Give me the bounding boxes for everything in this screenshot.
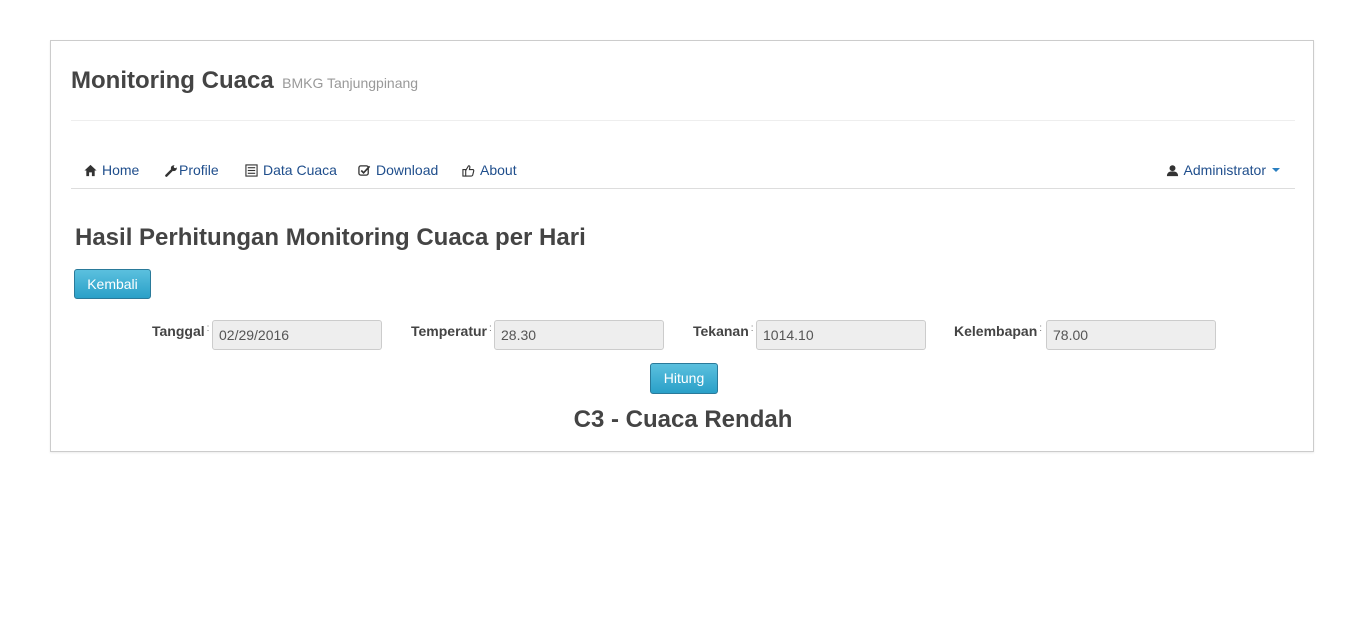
result-text: C3 - Cuaca Rendah	[573, 406, 793, 433]
user-menu-label: Administrator	[1183, 162, 1266, 178]
temperatur-label-text: Temperatur	[411, 323, 487, 339]
nav-home-label: Home	[102, 162, 140, 178]
temperatur-input[interactable]	[494, 320, 664, 350]
navbar: Home Profile Data Cuaca Download About A…	[71, 154, 1295, 189]
nav-home[interactable]: Home	[84, 162, 139, 178]
kelembapan-colon: :	[1039, 323, 1043, 334]
check-icon	[358, 164, 371, 176]
tekanan-label-text: Tekanan	[693, 323, 749, 339]
home-icon	[84, 164, 97, 176]
site-subtitle: BMKG Tanjungpinang	[282, 75, 419, 91]
tanggal-colon: :	[206, 323, 210, 334]
nav-about[interactable]: About	[462, 162, 517, 178]
tekanan-input[interactable]	[756, 320, 926, 350]
nav-data-cuaca[interactable]: Data Cuaca	[245, 162, 337, 178]
list-icon	[245, 163, 258, 177]
temperatur-colon: :	[488, 323, 492, 334]
main-panel: Monitoring Cuaca BMKG Tanjungpinang Home…	[50, 40, 1314, 452]
nav-download-label: Download	[376, 162, 439, 178]
kelembapan-input[interactable]	[1046, 320, 1216, 350]
thumbs-up-icon	[462, 164, 475, 177]
nav-data-cuaca-label: Data Cuaca	[263, 162, 337, 178]
tekanan-label: Tekanan:	[693, 323, 754, 339]
nav-profile[interactable]: Profile	[165, 162, 219, 178]
nav-about-label: About	[480, 162, 517, 178]
site-header: Monitoring Cuaca BMKG Tanjungpinang	[71, 67, 418, 95]
kelembapan-label: Kelembapan:	[954, 323, 1042, 339]
kelembapan-label-text: Kelembapan	[954, 323, 1038, 339]
page-heading: Hasil Perhitungan Monitoring Cuaca per H…	[75, 224, 586, 251]
tekanan-colon: :	[750, 323, 754, 334]
wrench-icon	[165, 164, 177, 177]
back-button[interactable]: Kembali	[74, 269, 151, 299]
temperatur-label: Temperatur:	[411, 323, 492, 339]
user-menu[interactable]: Administrator	[1166, 162, 1280, 178]
site-title: Monitoring Cuaca	[71, 67, 274, 94]
header-divider	[71, 120, 1295, 121]
calculate-button[interactable]: Hitung	[650, 363, 718, 394]
user-icon	[1166, 164, 1178, 176]
caret-down-icon	[1272, 168, 1280, 172]
nav-profile-label: Profile	[179, 162, 219, 178]
nav-download[interactable]: Download	[358, 162, 438, 178]
tanggal-label-text: Tanggal	[152, 323, 205, 339]
tanggal-label: Tanggal:	[152, 323, 209, 339]
tanggal-input[interactable]	[212, 320, 382, 350]
